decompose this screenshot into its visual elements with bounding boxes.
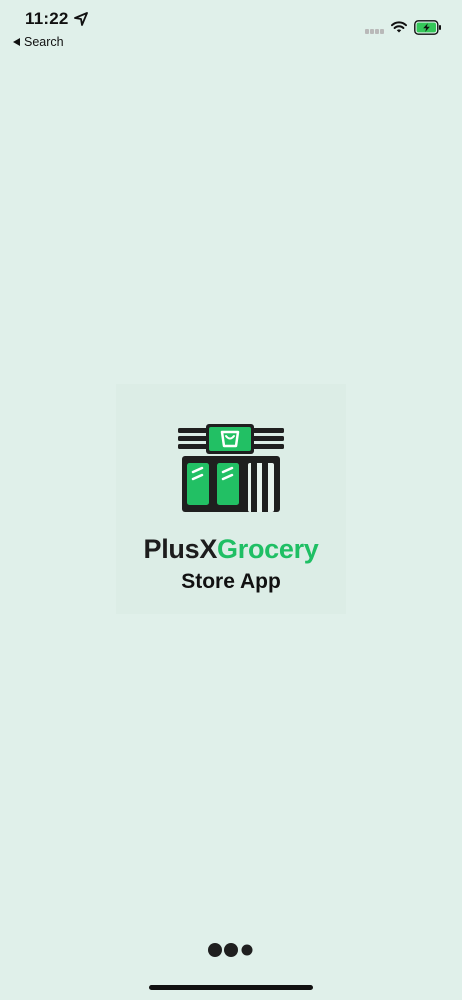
back-to-search-link[interactable]: Search [13,35,64,49]
loading-dots-icon [208,943,253,957]
back-link-label: Search [24,35,64,49]
brand-title: PlusXGrocery [116,534,346,565]
brand-subtitle: Store App [181,570,281,593]
splash-logo-card: PlusXGrocery Store App [116,384,346,614]
cellular-signal-icon [365,29,384,34]
brand-title-plusx: PlusX [143,534,218,564]
wifi-icon [391,21,407,33]
location-arrow-icon [74,12,88,26]
brand-title-grocery: Grocery [217,534,319,564]
back-caret-icon [13,38,20,46]
status-bar: 11:22 Search [0,0,462,56]
status-time: 11:22 [25,9,69,28]
grocery-store-icon [178,424,284,512]
home-indicator[interactable] [149,985,313,990]
battery-charging-icon [414,20,441,35]
